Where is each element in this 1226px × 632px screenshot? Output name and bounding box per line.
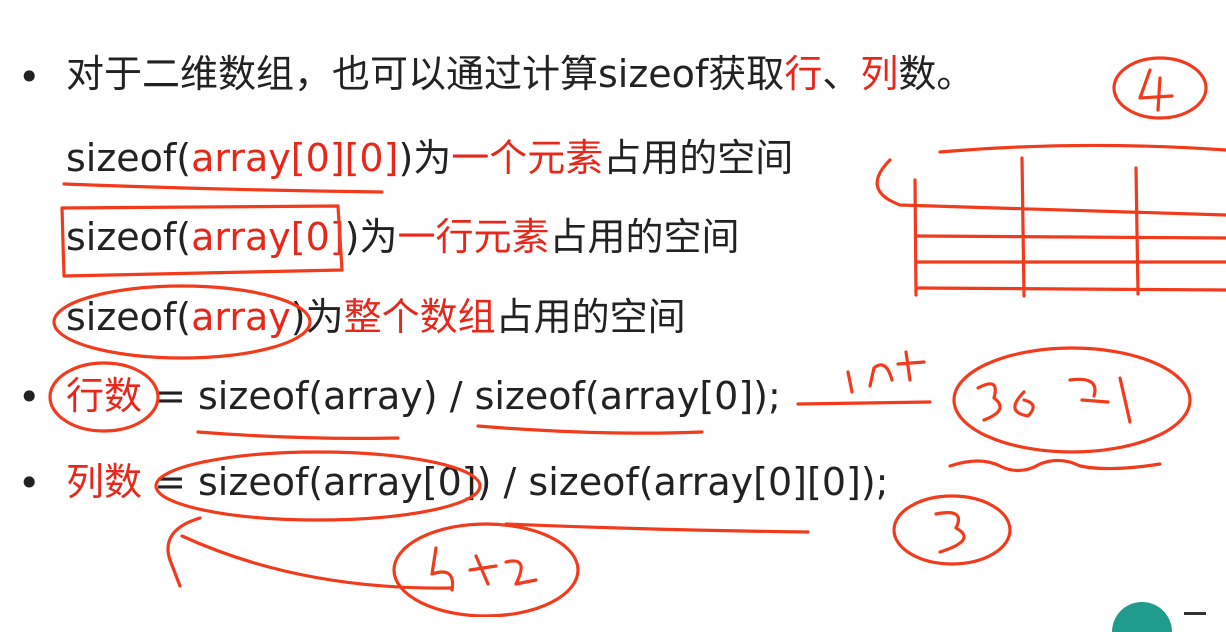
annotation-circle-four [1112, 56, 1208, 120]
column-count-formula: 列数 = sizeof(array[0]) / sizeof(array[0][… [66, 458, 888, 506]
annotation-grid-drawing [875, 143, 1226, 298]
annotation-digit-three [934, 511, 966, 554]
wei-text: 为 [413, 136, 452, 180]
annotation-underline-sizeof-row [476, 424, 704, 435]
bullet-columns: • [18, 461, 41, 505]
description-text: 占用的空间 [549, 215, 740, 259]
highlight-text: 一行元素 [397, 215, 550, 259]
heading-separator: 、 [822, 52, 861, 96]
code-sizeof: sizeof( [66, 136, 192, 180]
annotation-digit-four [1138, 68, 1174, 112]
element-size-line: sizeof(array[0][0])为一个元素占用的空间 [66, 134, 793, 182]
row-size-line: sizeof(array[0])为一行元素占用的空间 [66, 213, 739, 261]
annotation-circle-36 [952, 346, 1192, 454]
bullet-rows: • [18, 375, 41, 419]
description-text: 占用的空间 [495, 295, 686, 339]
wei-text: 为 [305, 295, 344, 339]
column-count-expression: = sizeof(array[0]) / sizeof(array[0][0])… [142, 460, 889, 504]
row-count-expression: = sizeof(array) / sizeof(array[0]); [142, 374, 781, 418]
heading-text: 对于二维数组，也可以通过计算sizeof获取 [66, 52, 785, 96]
row-count-label: 行数 [66, 374, 143, 418]
code-arg: array [191, 295, 291, 339]
annotation-circle-product [392, 522, 580, 617]
annotation-bracket [166, 516, 452, 590]
minimize-icon [1184, 612, 1206, 615]
annotation-int-text [846, 350, 926, 394]
description-text: 占用的空间 [603, 136, 794, 180]
heading-row-word: 行 [784, 52, 823, 96]
highlight-text: 整个数组 [343, 295, 496, 339]
code-arg: array[0][0] [191, 136, 399, 180]
column-count-label: 列数 [66, 460, 143, 504]
annotation-underline-element [62, 182, 384, 194]
code-arg: array[0] [191, 215, 345, 259]
annotation-wavy-line [948, 458, 1162, 473]
code-sizeof: sizeof( [66, 295, 192, 339]
code-close: ) [290, 295, 306, 339]
code-close: ) [398, 136, 414, 180]
annotation-product-text [430, 546, 538, 592]
code-sizeof: sizeof( [66, 215, 192, 259]
array-size-line: sizeof(array)为整个数组占用的空间 [66, 293, 686, 341]
heading-column-word: 列 [860, 52, 899, 96]
logo-icon [1112, 602, 1172, 632]
annotation-int-dash [796, 400, 932, 406]
bullet-1: • [18, 55, 41, 99]
heading-line: 对于二维数组，也可以通过计算sizeof获取行、列数。 [66, 50, 974, 98]
code-close: ) [344, 215, 360, 259]
annotation-underline-sizeof-array [196, 430, 400, 440]
wei-text: 为 [359, 215, 398, 259]
heading-tail: 数。 [898, 52, 975, 96]
annotation-36-text [976, 376, 1132, 424]
row-count-formula: 行数 = sizeof(array) / sizeof(array[0]); [66, 372, 781, 420]
annotation-underline-element-size [504, 522, 810, 534]
annotation-circle-three [892, 494, 1012, 566]
highlight-text: 一个元素 [451, 136, 604, 180]
